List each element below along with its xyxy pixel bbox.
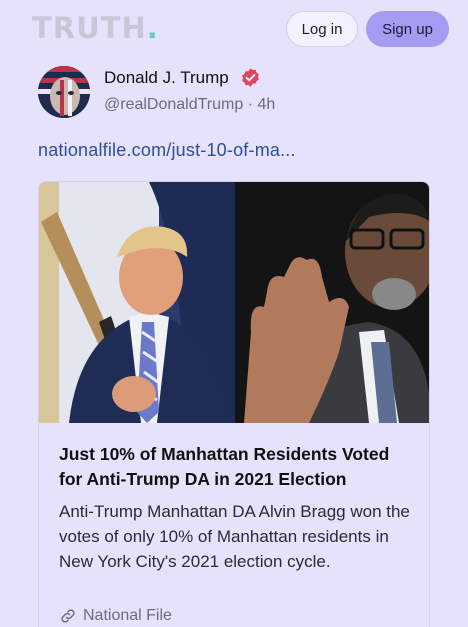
card-description: Anti-Trump Manhattan DA Alvin Bragg won … [59, 502, 410, 571]
link-preview-card[interactable]: Just 10% of Manhattan Residents Voted fo… [38, 181, 430, 627]
verified-badge-icon [242, 68, 259, 87]
truth-logo[interactable]: TRUTH. [32, 11, 159, 45]
signup-button[interactable]: Sign up [366, 11, 449, 47]
card-source[interactable]: National File [59, 607, 172, 625]
author-handle[interactable]: @realDonaldTrump [104, 96, 243, 113]
post-link[interactable]: nationalfile.com/just-10-of-ma... [38, 140, 296, 161]
author-handle-line: @realDonaldTrump · 4h [104, 96, 275, 114]
logo-dot: . [146, 11, 159, 45]
top-header: TRUTH. Log in Sign up [0, 0, 468, 60]
preview-image [39, 182, 429, 423]
link-icon [61, 609, 75, 623]
author-name[interactable]: Donald J. Trump [104, 68, 229, 88]
avatar[interactable] [38, 66, 90, 118]
logo-text: TRUTH [32, 11, 147, 45]
login-button[interactable]: Log in [286, 11, 358, 47]
card-source-label: National File [83, 607, 172, 624]
separator-dot: · [247, 96, 254, 113]
post-timestamp[interactable]: 4h [258, 96, 276, 113]
card-title[interactable]: Just 10% of Manhattan Residents Voted fo… [59, 442, 415, 492]
